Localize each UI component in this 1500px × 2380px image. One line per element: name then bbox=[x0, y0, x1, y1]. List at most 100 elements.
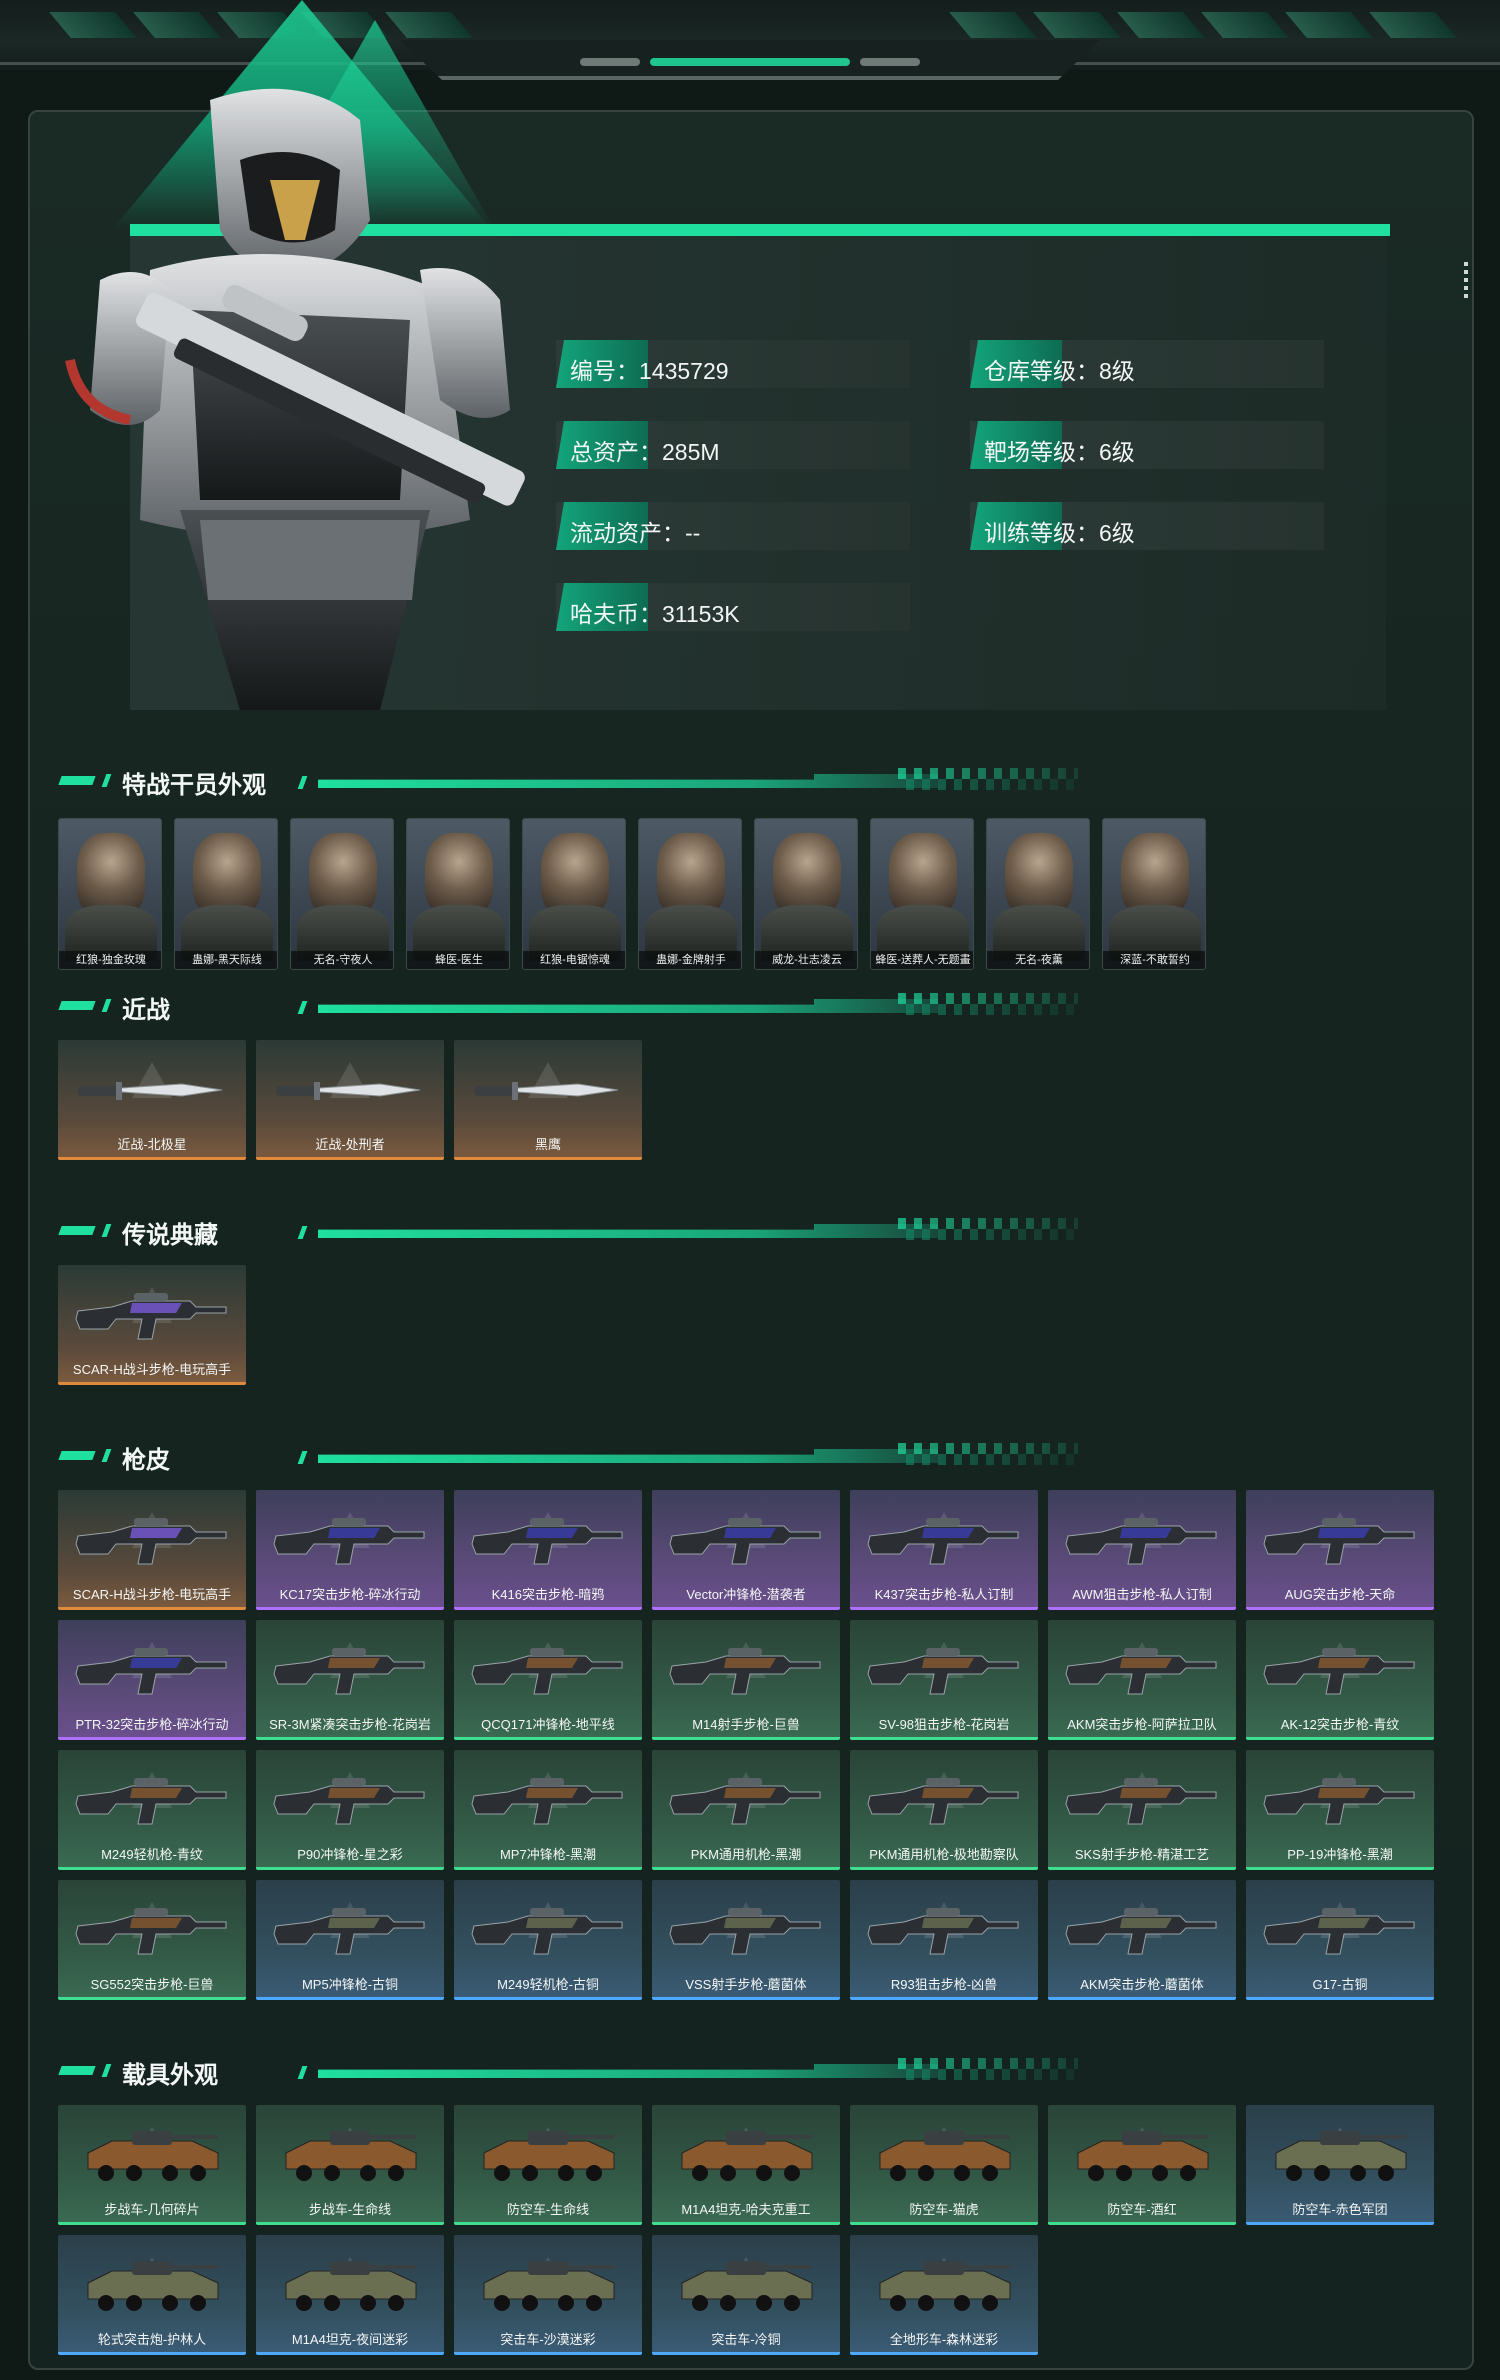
skin-card[interactable]: MP7冲锋枪-黑潮 bbox=[454, 1750, 642, 1870]
vehicle-label: 突击车-沙漠迷彩 bbox=[500, 2332, 596, 2347]
skin-image bbox=[1065, 1778, 1217, 1825]
skin-card[interactable]: AKM突击步枪-阿萨拉卫队 bbox=[1048, 1620, 1236, 1740]
skin-image bbox=[273, 1778, 425, 1825]
skin-image bbox=[75, 1518, 227, 1565]
skin-label: K416突击步枪-暗鸦 bbox=[491, 1587, 605, 1602]
skin-image bbox=[867, 1518, 1019, 1565]
skin-card[interactable]: AK-12突击步枪-青纹 bbox=[1246, 1620, 1434, 1740]
skin-card[interactable]: PKM通用机枪-黑潮 bbox=[652, 1750, 840, 1870]
operator-card[interactable]: 无名-守夜人 bbox=[290, 818, 394, 970]
vehicle-card[interactable]: M1A4坦克-哈夫克重工 bbox=[652, 2105, 840, 2225]
operator-card[interactable]: 红狼-独金玫瑰 bbox=[58, 818, 162, 970]
skin-label: SG552突击步枪-巨兽 bbox=[90, 1977, 214, 1992]
vehicle-image bbox=[87, 2261, 219, 2311]
skin-label: SV-98狙击步枪-花岗岩 bbox=[878, 1717, 1010, 1732]
skin-card[interactable]: M249轻机枪-古铜 bbox=[454, 1880, 642, 2000]
operator-card[interactable]: 蛊娜-黑天际线 bbox=[174, 818, 278, 970]
skin-image bbox=[1263, 1908, 1415, 1955]
skin-card[interactable]: SKS射手步枪-精湛工艺 bbox=[1048, 1750, 1236, 1870]
vehicle-card[interactable]: 全地形车-森林迷彩 bbox=[850, 2235, 1038, 2355]
operator-card[interactable]: 深蓝-不敢誓约 bbox=[1102, 818, 1206, 970]
skin-image bbox=[273, 1908, 425, 1955]
vehicle-card[interactable]: 步战车-几何碎片 bbox=[58, 2105, 246, 2225]
skin-label: P90冲锋枪-星之彩 bbox=[297, 1847, 403, 1862]
skin-card[interactable]: M14射手步枪-巨兽 bbox=[652, 1620, 840, 1740]
vehicle-image bbox=[1077, 2131, 1209, 2181]
skin-card[interactable]: K437突击步枪-私人订制 bbox=[850, 1490, 1038, 1610]
melee-card[interactable]: 近战-处刑者 bbox=[256, 1040, 444, 1160]
skin-card[interactable]: M249轻机枪-青纹 bbox=[58, 1750, 246, 1870]
skin-image bbox=[273, 1648, 425, 1695]
field-warehouse-level: 仓库等级：8级 bbox=[970, 340, 1324, 388]
skin-card[interactable]: MP5冲锋枪-古铜 bbox=[256, 1880, 444, 2000]
skin-label: PKM通用机枪-极地勘察队 bbox=[869, 1847, 1019, 1862]
section-header-vehicles: 载具外观 bbox=[58, 2050, 1078, 2090]
skin-image bbox=[75, 1908, 227, 1955]
vehicle-image bbox=[483, 2131, 615, 2181]
skin-image bbox=[669, 1778, 821, 1825]
vehicle-image bbox=[681, 2131, 813, 2181]
skin-card[interactable]: AKM突击步枪-蘑菌体 bbox=[1048, 1880, 1236, 2000]
skin-card[interactable]: QCQ171冲锋枪-地平线 bbox=[454, 1620, 642, 1740]
skin-card[interactable]: PP-19冲锋枪-黑潮 bbox=[1246, 1750, 1434, 1870]
skin-image bbox=[867, 1908, 1019, 1955]
skin-card[interactable]: SR-3M紧凑突击步枪-花岗岩 bbox=[256, 1620, 444, 1740]
field-range-level: 靶场等级：6级 bbox=[970, 421, 1324, 469]
skin-label: SR-3M紧凑突击步枪-花岗岩 bbox=[269, 1717, 431, 1732]
skin-card[interactable]: PKM通用机枪-极地勘察队 bbox=[850, 1750, 1038, 1870]
field-haf-coin: 哈夫币：31153K bbox=[556, 583, 910, 631]
skin-label: PKM通用机枪-黑潮 bbox=[690, 1847, 802, 1862]
section-title: 近战 bbox=[122, 997, 170, 1024]
melee-image bbox=[276, 1082, 421, 1100]
vehicle-image bbox=[879, 2261, 1011, 2311]
skin-image bbox=[669, 1908, 821, 1955]
vehicle-card[interactable]: 轮式突击炮-护林人 bbox=[58, 2235, 246, 2355]
skin-card[interactable]: G17-古铜 bbox=[1246, 1880, 1434, 2000]
melee-card[interactable]: 黑鹰 bbox=[454, 1040, 642, 1160]
operator-avatar bbox=[65, 88, 525, 710]
vehicle-card[interactable]: 突击车-冷铜 bbox=[652, 2235, 840, 2355]
skin-label: MP7冲锋枪-黑潮 bbox=[499, 1847, 597, 1862]
vehicle-card[interactable]: 步战车-生命线 bbox=[256, 2105, 444, 2225]
skin-label: AKM突击步枪-阿萨拉卫队 bbox=[1067, 1717, 1217, 1732]
melee-image bbox=[78, 1082, 223, 1100]
skin-card[interactable]: KC17突击步枪-碎冰行动 bbox=[256, 1490, 444, 1610]
vehicle-card[interactable]: M1A4坦克-夜间迷彩 bbox=[256, 2235, 444, 2355]
legendary-label: SCAR-H战斗步枪-电玩高手 bbox=[72, 1362, 232, 1377]
skin-card[interactable]: R93狙击步枪-凶兽 bbox=[850, 1880, 1038, 2000]
skin-card[interactable]: AUG突击步枪-天命 bbox=[1246, 1490, 1434, 1610]
skin-card[interactable]: SG552突击步枪-巨兽 bbox=[58, 1880, 246, 2000]
operator-card[interactable]: 蜂医-送葬人-无题畫 bbox=[870, 818, 974, 970]
skin-image bbox=[75, 1778, 227, 1825]
skin-card[interactable]: K416突击步枪-暗鸦 bbox=[454, 1490, 642, 1610]
vehicle-card[interactable]: 防空车-酒红 bbox=[1048, 2105, 1236, 2225]
melee-card[interactable]: 近战-北极星 bbox=[58, 1040, 246, 1160]
vehicle-card[interactable]: 突击车-沙漠迷彩 bbox=[454, 2235, 642, 2355]
skin-card[interactable]: SCAR-H战斗步枪-电玩高手 bbox=[58, 1490, 246, 1610]
operator-card[interactable]: 蛊娜-金牌射手 bbox=[638, 818, 742, 970]
section-title: 传说典藏 bbox=[122, 1222, 218, 1249]
vehicle-label: 轮式突击炮-护林人 bbox=[97, 2332, 207, 2347]
operator-card[interactable]: 红狼-电锯惊魂 bbox=[522, 818, 626, 970]
melee-image bbox=[474, 1082, 619, 1100]
skin-card[interactable]: PTR-32突击步枪-碎冰行动 bbox=[58, 1620, 246, 1740]
skin-card[interactable]: AWM狙击步枪-私人订制 bbox=[1048, 1490, 1236, 1610]
skin-image bbox=[1263, 1518, 1415, 1565]
skin-image bbox=[273, 1518, 425, 1565]
vehicle-card[interactable]: 防空车-生命线 bbox=[454, 2105, 642, 2225]
operator-card[interactable]: 无名-夜薰 bbox=[986, 818, 1090, 970]
operator-card[interactable]: 威龙-壮志凌云 bbox=[754, 818, 858, 970]
skin-image bbox=[471, 1778, 623, 1825]
skin-label: R93狙击步枪-凶兽 bbox=[890, 1977, 998, 1992]
skin-card[interactable]: Vector冲锋枪-潜袭者 bbox=[652, 1490, 840, 1610]
operator-card[interactable]: 蜂医-医生 bbox=[406, 818, 510, 970]
section-header-operators: 特战干员外观 bbox=[58, 760, 1078, 800]
skin-card[interactable]: P90冲锋枪-星之彩 bbox=[256, 1750, 444, 1870]
skin-label: M249轻机枪-古铜 bbox=[497, 1977, 599, 1992]
field-training-level: 训练等级：6级 bbox=[970, 502, 1324, 550]
vehicle-card[interactable]: 防空车-赤色军团 bbox=[1246, 2105, 1434, 2225]
skin-card[interactable]: SV-98狙击步枪-花岗岩 bbox=[850, 1620, 1038, 1740]
legendary-card[interactable]: SCAR-H战斗步枪-电玩高手 bbox=[58, 1265, 246, 1385]
vehicle-card[interactable]: 防空车-猫虎 bbox=[850, 2105, 1038, 2225]
skin-card[interactable]: VSS射手步枪-蘑菌体 bbox=[652, 1880, 840, 2000]
